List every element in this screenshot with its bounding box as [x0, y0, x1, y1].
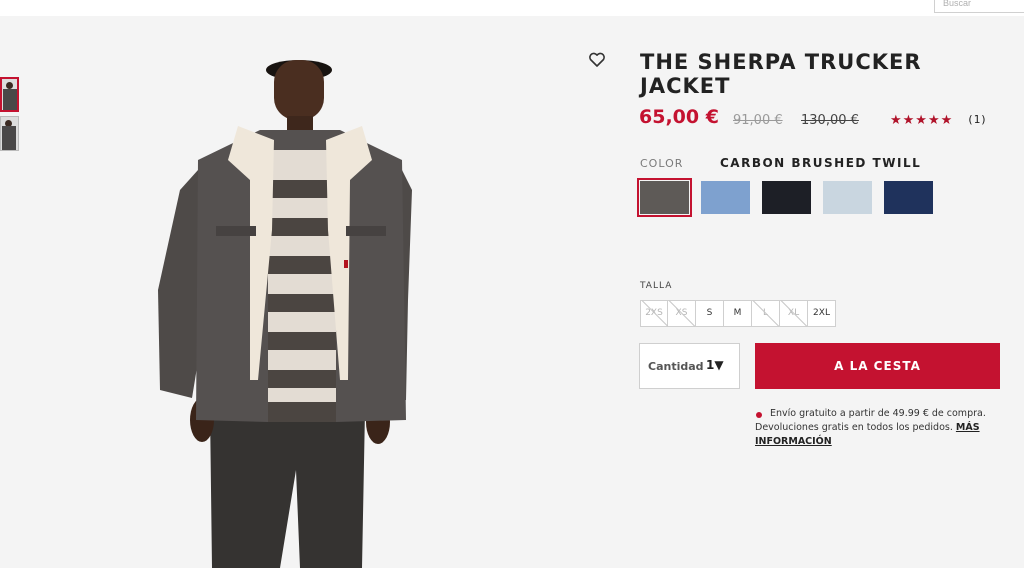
size-selector: 2XS XS S M L XL 2XL: [640, 300, 836, 327]
size-option-2xl[interactable]: 2XL: [808, 300, 836, 327]
size-option-l[interactable]: L: [752, 300, 780, 327]
shipping-text: Envío gratuito a partir de 49.99 € de co…: [755, 408, 986, 433]
color-swatch-carbon[interactable]: [637, 178, 692, 217]
selected-color-name: CARBON BRUSHED TWILL: [720, 156, 922, 170]
product-title: THE SHERPA TRUCKER JACKET: [640, 50, 922, 98]
color-swatch-pale-blue[interactable]: [823, 181, 872, 214]
quantity-value: 1▼: [706, 358, 724, 372]
bottom-strip: [0, 568, 1024, 576]
quantity-label: Cantidad: [648, 360, 704, 373]
review-count[interactable]: (1): [967, 113, 987, 126]
model-illustration: [158, 60, 412, 568]
thumbnail-front[interactable]: [0, 77, 19, 112]
color-label: COLOR: [640, 157, 684, 170]
sale-price: 65,00 €: [639, 106, 719, 128]
size-option-s[interactable]: S: [696, 300, 724, 327]
thumbnail-back[interactable]: [0, 116, 19, 151]
size-option-xl[interactable]: XL: [780, 300, 808, 327]
size-option-m[interactable]: M: [724, 300, 752, 327]
quantity-select[interactable]: Cantidad 1▼: [639, 343, 740, 389]
top-bar: [0, 0, 1024, 16]
product-image: [150, 30, 420, 568]
thumbnail-body: [2, 126, 16, 150]
search-input[interactable]: Buscar: [934, 0, 1024, 13]
color-swatch-light-blue[interactable]: [701, 181, 750, 214]
size-label: TALLA: [640, 281, 673, 291]
original-price-1: 91,00 €: [733, 113, 783, 128]
shipping-info: Envío gratuito a partir de 49.99 € de co…: [755, 407, 995, 449]
size-option-xs[interactable]: XS: [668, 300, 696, 327]
rating-stars[interactable]: ★★★★★: [890, 112, 953, 128]
add-to-cart-button[interactable]: A LA CESTA: [755, 343, 1000, 389]
color-swatch-navy[interactable]: [884, 181, 933, 214]
thumbnail-head: [6, 82, 13, 89]
original-price-2: 130,00 €: [801, 113, 859, 128]
color-swatch-black[interactable]: [762, 181, 811, 214]
wishlist-heart-icon[interactable]: [587, 50, 607, 70]
thumbnail-body: [3, 89, 17, 110]
size-option-2xs[interactable]: 2XS: [640, 300, 668, 327]
